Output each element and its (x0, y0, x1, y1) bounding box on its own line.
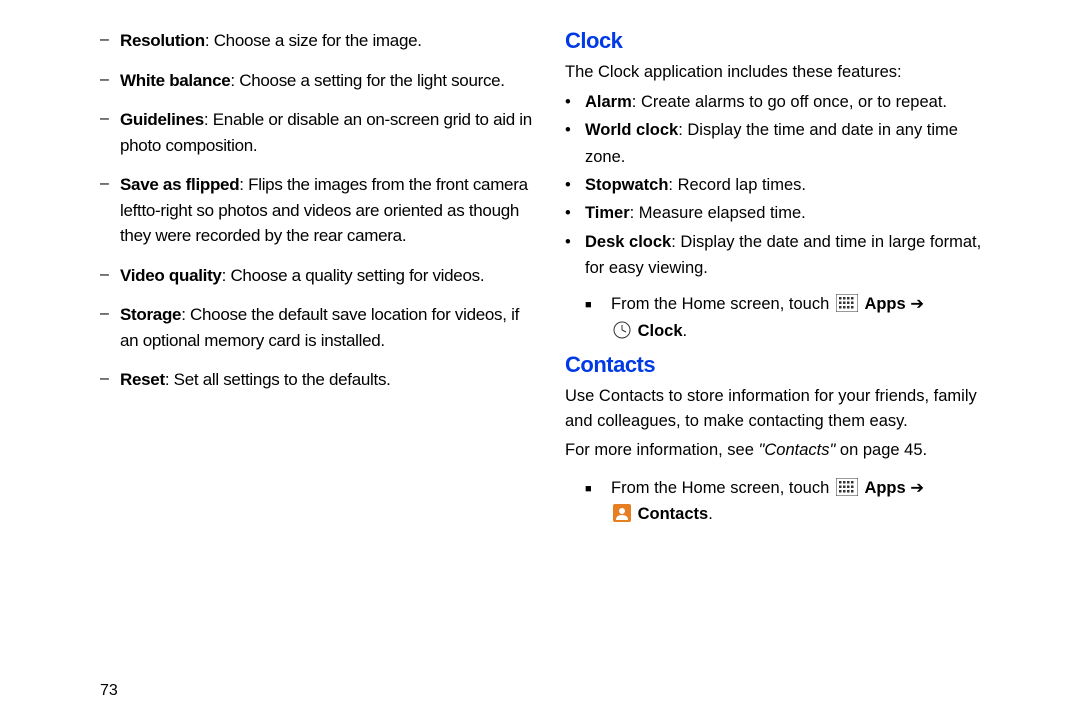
nav-instruction-clock: ■ From the Home screen, touch Apps ➔ (585, 291, 1000, 344)
see-ref: "Contacts" (759, 441, 836, 459)
see-suffix: on page 45. (835, 441, 927, 459)
nav-arrow: ➔ (910, 295, 924, 313)
dash-bullet: – (100, 302, 120, 353)
setting-item: – Resolution: Choose a size for the imag… (100, 28, 535, 54)
feature-item: • Stopwatch: Record lap times. (565, 172, 1000, 198)
dash-bullet: – (100, 263, 120, 289)
feature-term: World clock (585, 121, 678, 139)
nav-prefix: From the Home screen, touch (611, 479, 834, 497)
setting-term: Reset (120, 370, 165, 389)
feature-text: Stopwatch: Record lap times. (585, 172, 1000, 198)
bullet-dot: • (565, 89, 585, 115)
setting-text: Resolution: Choose a size for the image. (120, 28, 535, 54)
setting-text: Reset: Set all settings to the defaults. (120, 367, 535, 393)
setting-text: Guidelines: Enable or disable an on-scre… (120, 107, 535, 158)
manual-page: – Resolution: Choose a size for the imag… (0, 0, 1080, 720)
bullet-dot: • (565, 117, 585, 170)
feature-text: World clock: Display the time and date i… (585, 117, 1000, 170)
feature-term: Desk clock (585, 233, 671, 251)
setting-desc: : Choose a setting for the light source. (230, 71, 504, 90)
feature-item: • Desk clock: Display the date and time … (565, 229, 1000, 282)
setting-desc: : Set all settings to the defaults. (165, 370, 391, 389)
setting-desc: : Choose a size for the image. (205, 31, 422, 50)
setting-term: Guidelines (120, 110, 204, 129)
apps-grid-icon (836, 294, 858, 312)
nav-text: From the Home screen, touch Apps ➔ (611, 475, 1000, 528)
see-prefix: For more information, see (565, 441, 759, 459)
setting-desc: : Choose a quality setting for videos. (222, 266, 485, 285)
apps-grid-icon (836, 478, 858, 496)
nav-target-label: Contacts (638, 505, 709, 523)
bullet-dot: • (565, 200, 585, 226)
contacts-see-also: For more information, see "Contacts" on … (565, 438, 1000, 463)
setting-term: Storage (120, 305, 181, 324)
dash-bullet: – (100, 172, 120, 249)
setting-item: – Storage: Choose the default save locat… (100, 302, 535, 353)
setting-item: – Save as flipped: Flips the images from… (100, 172, 535, 249)
nav-text: From the Home screen, touch Apps ➔ (611, 291, 1000, 344)
feature-item: • World clock: Display the time and date… (565, 117, 1000, 170)
feature-term: Timer (585, 204, 630, 222)
feature-text: Alarm: Create alarms to go off once, or … (585, 89, 1000, 115)
section-heading-contacts: Contacts (565, 352, 1000, 378)
feature-item: • Timer: Measure elapsed time. (565, 200, 1000, 226)
setting-item: – White balance: Choose a setting for th… (100, 68, 535, 94)
page-number: 73 (100, 682, 535, 700)
feature-text: Timer: Measure elapsed time. (585, 200, 1000, 226)
setting-term: Save as flipped (120, 175, 239, 194)
bullet-dot: • (565, 229, 585, 282)
nav-apps-label: Apps (864, 295, 905, 313)
contacts-intro: Use Contacts to store information for yo… (565, 384, 1000, 434)
feature-term: Alarm (585, 93, 632, 111)
setting-item: – Guidelines: Enable or disable an on-sc… (100, 107, 535, 158)
dash-bullet: – (100, 367, 120, 393)
contacts-icon (613, 504, 631, 522)
clock-icon (613, 321, 631, 339)
feature-term: Stopwatch (585, 176, 668, 194)
square-bullet-icon: ■ (585, 291, 611, 315)
right-column: Clock The Clock application includes the… (555, 28, 1040, 700)
nav-apps-label: Apps (864, 479, 905, 497)
nav-prefix: From the Home screen, touch (611, 295, 834, 313)
setting-text: Video quality: Choose a quality setting … (120, 263, 535, 289)
setting-term: Resolution (120, 31, 205, 50)
nav-arrow: ➔ (910, 479, 924, 497)
nav-instruction-contacts: ■ From the Home screen, touch Apps ➔ (585, 475, 1000, 528)
feature-item: • Alarm: Create alarms to go off once, o… (565, 89, 1000, 115)
dash-bullet: – (100, 28, 120, 54)
nav-period: . (708, 505, 713, 523)
feature-text: Desk clock: Display the date and time in… (585, 229, 1000, 282)
nav-period: . (683, 322, 688, 340)
setting-term: Video quality (120, 266, 222, 285)
dash-bullet: – (100, 68, 120, 94)
setting-text: Storage: Choose the default save locatio… (120, 302, 535, 353)
feature-desc: : Create alarms to go off once, or to re… (632, 93, 947, 111)
setting-term: White balance (120, 71, 230, 90)
bullet-dot: • (565, 172, 585, 198)
section-heading-clock: Clock (565, 28, 1000, 54)
left-column: – Resolution: Choose a size for the imag… (40, 28, 555, 700)
feature-desc: : Record lap times. (668, 176, 806, 194)
feature-desc: : Measure elapsed time. (630, 204, 806, 222)
clock-intro: The Clock application includes these fea… (565, 60, 1000, 85)
setting-item: – Video quality: Choose a quality settin… (100, 263, 535, 289)
square-bullet-icon: ■ (585, 475, 611, 499)
dash-bullet: – (100, 107, 120, 158)
setting-text: White balance: Choose a setting for the … (120, 68, 535, 94)
setting-text: Save as flipped: Flips the images from t… (120, 172, 535, 249)
nav-target-label: Clock (638, 322, 683, 340)
setting-item: – Reset: Set all settings to the default… (100, 367, 535, 393)
